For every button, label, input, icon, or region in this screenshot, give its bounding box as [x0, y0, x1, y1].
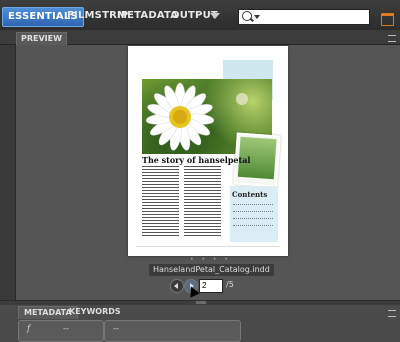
- tab-keywords[interactable]: KEYWORDS: [64, 306, 126, 318]
- tab-metadata[interactable]: METADATA: [117, 8, 178, 24]
- file-name-label: HanselandPetal_Catalog.indd: [149, 264, 274, 276]
- toc-line: [233, 211, 273, 213]
- metadata-field: f --: [18, 320, 104, 342]
- panel-menu-icon[interactable]: [388, 310, 396, 317]
- left-panel-gutter: [0, 30, 16, 325]
- toc-line: [233, 204, 273, 206]
- page-number-input[interactable]: 2: [199, 279, 223, 293]
- arrow-left-icon: [174, 283, 178, 289]
- text-column: [184, 166, 221, 238]
- workspace-bar: ESSENTIALS FILMSTRIP METADATA OUTPUT: [0, 0, 400, 31]
- page-footer-rule: [136, 246, 280, 248]
- page-heading: The story of hanselpetal: [142, 155, 251, 165]
- metadata-value: --: [113, 324, 119, 333]
- page-total-label: /5: [226, 280, 234, 289]
- toc-line: [233, 218, 273, 220]
- toc-line: [233, 225, 273, 227]
- window-mode-icon[interactable]: [381, 13, 394, 26]
- document-page-preview[interactable]: The story of hanselpetal Contents: [128, 46, 288, 256]
- chevron-down-icon[interactable]: [254, 15, 260, 19]
- page-indicator-dots: • • • •: [190, 256, 231, 263]
- aperture-icon: f: [27, 324, 30, 333]
- search-input[interactable]: [238, 9, 370, 25]
- metadata-field: --: [104, 320, 241, 342]
- previous-page-button[interactable]: [170, 279, 184, 293]
- contents-heading: Contents: [232, 190, 268, 199]
- text-column: [142, 166, 179, 238]
- workspace-dropdown-icon[interactable]: [210, 13, 220, 19]
- divider-grip[interactable]: [196, 301, 206, 304]
- metadata-value: --: [63, 324, 69, 333]
- tab-preview[interactable]: PREVIEW: [16, 32, 67, 45]
- search-icon: [242, 11, 252, 21]
- panel-menu-icon[interactable]: [388, 35, 396, 42]
